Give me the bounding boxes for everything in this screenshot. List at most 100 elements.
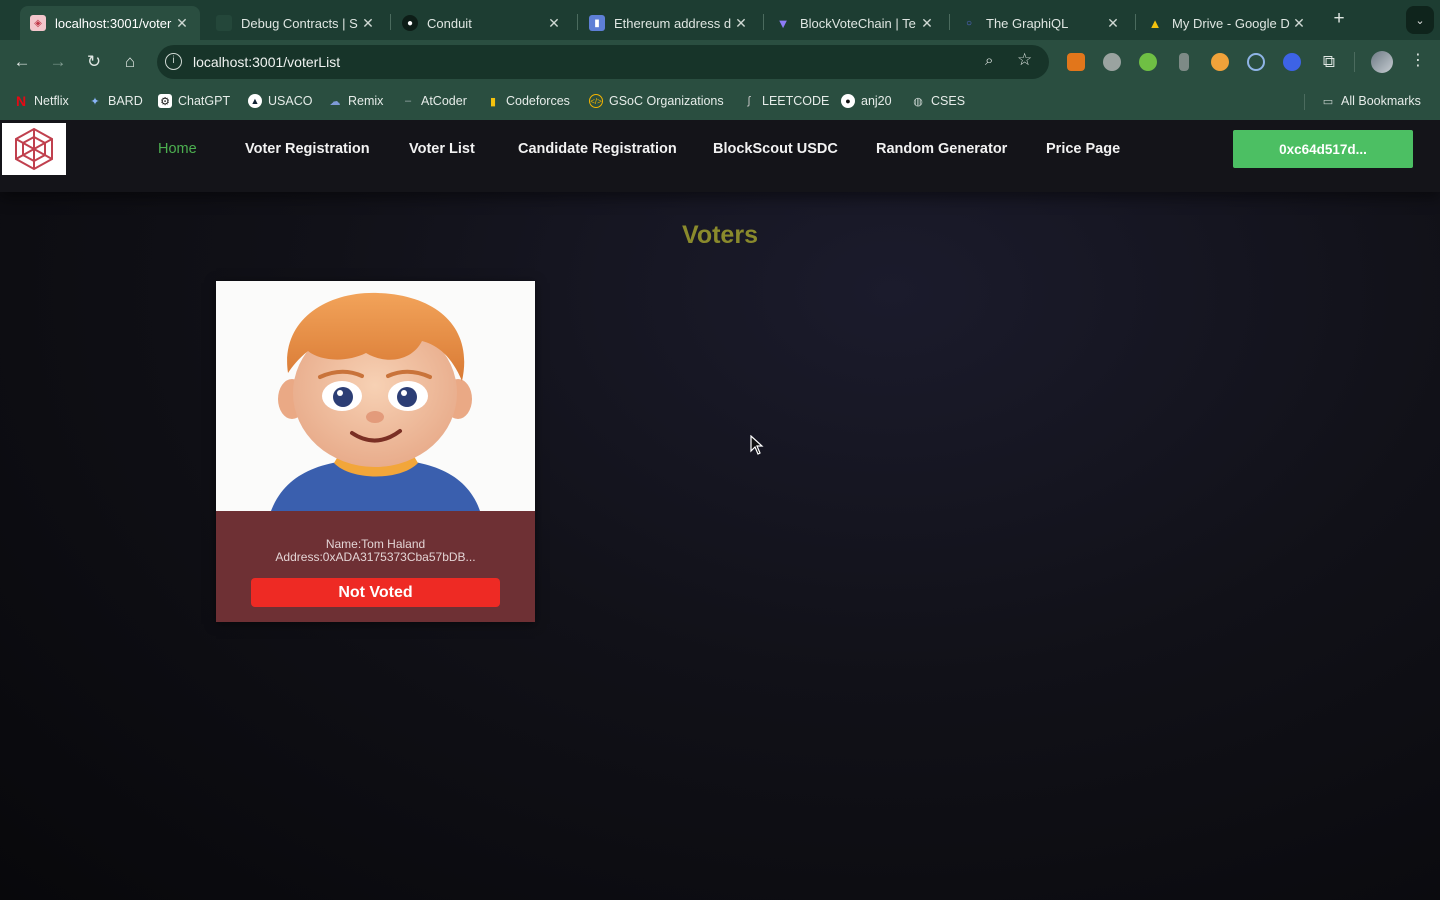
codeforces-bars-icon: ▮	[489, 95, 497, 108]
figure-extension-icon[interactable]	[1179, 53, 1189, 71]
bookmarks-divider	[1304, 94, 1305, 110]
bookmark-label: BARD	[108, 94, 143, 108]
browser-tab-blockvotechain[interactable]: ▼ BlockVoteChain | Te ✕	[765, 6, 945, 40]
kebab-menu-icon[interactable]: ⋮	[1410, 50, 1426, 70]
target-extension-icon[interactable]	[1283, 53, 1301, 71]
bookmark-remix[interactable]: ☁ Remix	[328, 94, 384, 108]
browser-tab-google-drive[interactable]: ▲ My Drive - Google D ✕	[1137, 6, 1317, 40]
drop-extension-icon[interactable]	[1247, 53, 1265, 71]
all-bookmarks-button[interactable]: ▭ All Bookmarks	[1321, 94, 1421, 108]
close-tab-icon[interactable]: ✕	[919, 15, 935, 32]
github-icon: ●	[841, 94, 855, 108]
nav-link-candidate-registration[interactable]: Candidate Registration	[518, 141, 677, 157]
web-page: Home Voter Registration Voter List Candi…	[0, 120, 1440, 900]
bookmark-usaco[interactable]: ▲ USACO	[248, 94, 312, 108]
toolbar-divider	[1354, 52, 1355, 72]
nav-link-price-page[interactable]: Price Page	[1046, 141, 1120, 157]
tab-title: The GraphiQL	[986, 15, 1069, 31]
tab-divider	[1135, 14, 1136, 30]
bookmark-label: ChatGPT	[178, 94, 231, 108]
bookmark-label: Netflix	[34, 94, 69, 108]
remix-icon: ☁	[329, 95, 341, 108]
browser-tab-graphiql[interactable]: ○ The GraphiQL ✕	[951, 6, 1131, 40]
google-drive-favicon-icon: ▲	[1148, 15, 1162, 31]
green-plus-extension-icon[interactable]	[1139, 53, 1157, 71]
bookmark-gsoc[interactable]: </> GSoC Organizations	[589, 94, 724, 108]
nav-link-random-generator[interactable]: Random Generator	[876, 141, 1007, 157]
bookmark-star-icon[interactable]: ☆	[1017, 50, 1032, 70]
triangle-favicon-icon: ▼	[776, 15, 790, 31]
site-logo[interactable]	[2, 123, 66, 175]
bookmark-chatgpt[interactable]: ⚙ ChatGPT	[158, 94, 230, 108]
bookmark-label: Codeforces	[506, 94, 570, 108]
graphiql-favicon-icon: ○	[965, 17, 973, 29]
reload-icon[interactable]: ↻	[82, 50, 106, 74]
metamask-extension-icon[interactable]	[1067, 53, 1085, 71]
browser-tab-debug-contracts[interactable]: Debug Contracts | S ✕	[206, 6, 386, 40]
nav-link-voter-registration[interactable]: Voter Registration	[245, 141, 370, 157]
nav-link-voter-list[interactable]: Voter List	[409, 141, 475, 157]
all-bookmarks-label: All Bookmarks	[1341, 94, 1421, 108]
bookmark-anj20[interactable]: ● anj20	[841, 94, 892, 108]
browser-tab-ethereum-address[interactable]: ▮ Ethereum address d ✕	[579, 6, 759, 40]
voter-avatar-image	[216, 281, 535, 511]
bookmark-codeforces[interactable]: ▮ Codeforces	[486, 94, 570, 108]
tab-title: BlockVoteChain | Te	[800, 15, 916, 31]
bookmark-bard[interactable]: ✦ BARD	[88, 94, 143, 108]
close-tab-icon[interactable]: ✕	[360, 15, 376, 32]
tab-search-chevron-icon[interactable]: ⌄	[1406, 6, 1434, 34]
tab-divider	[390, 14, 391, 30]
bookmark-label: CSES	[931, 94, 966, 108]
forward-arrow-icon[interactable]: →	[46, 50, 70, 74]
wallet-address-button[interactable]: 0xc64d517d...	[1233, 130, 1413, 168]
close-tab-icon[interactable]: ✕	[733, 15, 749, 32]
home-icon[interactable]: ⌂	[118, 50, 142, 74]
bookmark-netflix[interactable]: N Netflix	[14, 93, 69, 109]
bookmarks-bar: N Netflix ✦ BARD ⚙ ChatGPT ▲ USACO ☁ Rem…	[0, 84, 1440, 120]
site-info-icon[interactable]: i	[165, 53, 182, 70]
browser-tab-voter-list[interactable]: ◈ localhost:3001/voter ✕	[20, 6, 200, 40]
nav-link-home[interactable]: Home	[158, 141, 197, 157]
localhost-favicon-icon: ◈	[30, 15, 46, 31]
tab-title: My Drive - Google D	[1172, 15, 1290, 31]
close-tab-icon[interactable]: ✕	[174, 15, 190, 32]
tab-title: localhost:3001/voter	[55, 15, 172, 31]
browser-tab-strip: ◈ localhost:3001/voter ✕ Debug Contracts…	[0, 0, 1440, 40]
globe-icon: ◍	[913, 95, 923, 108]
close-tab-icon[interactable]: ✕	[1291, 15, 1307, 32]
browser-toolbar: ← → ↻ ⌂ i localhost:3001/voterList ⌕ ☆ ⧉…	[0, 40, 1440, 84]
bookmark-atcoder[interactable]: – AtCoder	[401, 94, 467, 108]
voter-card: Name:Tom Haland Address:0xADA3175373Cba5…	[216, 281, 535, 622]
nav-link-blockscout-usdc[interactable]: BlockScout USDC	[713, 141, 838, 157]
bookmark-label: Remix	[348, 94, 384, 108]
bookmark-label: anj20	[861, 94, 892, 108]
tab-title: Debug Contracts | S	[241, 15, 358, 31]
profile-avatar[interactable]	[1371, 51, 1393, 73]
bookmark-label: USACO	[268, 94, 313, 108]
browser-tab-conduit[interactable]: ● Conduit ✕	[392, 6, 572, 40]
voter-address: Address:0xADA3175373Cba57bDB...	[275, 550, 476, 564]
tab-title: Ethereum address d	[614, 15, 732, 31]
new-tab-plus-icon[interactable]: +	[1328, 8, 1350, 32]
voter-name: Name:Tom Haland	[325, 537, 426, 551]
gsoc-icon: </>	[589, 94, 603, 108]
close-tab-icon[interactable]: ✕	[1105, 15, 1121, 32]
vote-status-button[interactable]: Not Voted	[251, 578, 500, 607]
conduit-favicon-icon: ●	[402, 15, 418, 31]
incognito-extension-icon[interactable]	[1103, 53, 1121, 71]
address-bar[interactable]: i localhost:3001/voterList ⌕ ☆	[157, 45, 1049, 79]
tab-divider	[763, 14, 764, 30]
back-arrow-icon[interactable]: ←	[10, 50, 34, 74]
tab-divider	[577, 14, 578, 30]
extensions-puzzle-icon[interactable]: ⧉	[1317, 50, 1341, 74]
bookmark-label: LEETCODE	[762, 94, 830, 108]
address-bar-url[interactable]: localhost:3001/voterList	[193, 54, 340, 70]
magnifier-icon[interactable]: ⌕	[985, 52, 993, 69]
coin-extension-icon[interactable]	[1211, 53, 1229, 71]
bookmark-cses[interactable]: ◍ CSES	[911, 94, 965, 108]
bookmark-leetcode[interactable]: ʃ LEETCODE	[742, 94, 830, 108]
folder-icon: ▭	[1322, 95, 1334, 108]
page-title: Voters	[682, 221, 758, 249]
bookmark-label: AtCoder	[421, 94, 467, 108]
close-tab-icon[interactable]: ✕	[546, 15, 562, 32]
